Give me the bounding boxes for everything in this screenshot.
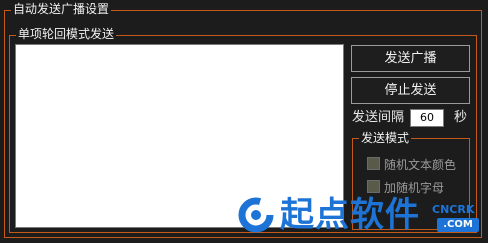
random-text-color-checkbox[interactable]: 随机文本颜色 bbox=[367, 157, 456, 172]
checkbox-box[interactable] bbox=[367, 157, 380, 170]
single-loop-title: 单项轮回模式发送 bbox=[16, 27, 117, 41]
send-mode-title: 发送模式 bbox=[359, 131, 412, 145]
send-interval-unit: 秒 bbox=[454, 110, 468, 125]
send-interval-input[interactable]: 60 bbox=[410, 109, 444, 127]
watermark: 起点软件 CNCRK .COM bbox=[236, 193, 486, 241]
auto-send-settings-title: 自动发送广播设置 bbox=[11, 2, 112, 16]
watermark-brand: 起点软件 bbox=[280, 195, 420, 235]
checkbox-label: 随机文本颜色 bbox=[384, 158, 457, 172]
send-broadcast-button[interactable]: 发送广播 bbox=[351, 45, 470, 72]
watermark-site-bottom: .COM bbox=[437, 218, 479, 232]
stop-send-button[interactable]: 停止发送 bbox=[351, 77, 470, 104]
watermark-logo-icon bbox=[238, 197, 274, 233]
checkbox-box[interactable] bbox=[367, 180, 380, 193]
send-interval-label: 发送间隔 bbox=[352, 110, 405, 125]
watermark-site-top: CNCRK bbox=[432, 203, 475, 216]
